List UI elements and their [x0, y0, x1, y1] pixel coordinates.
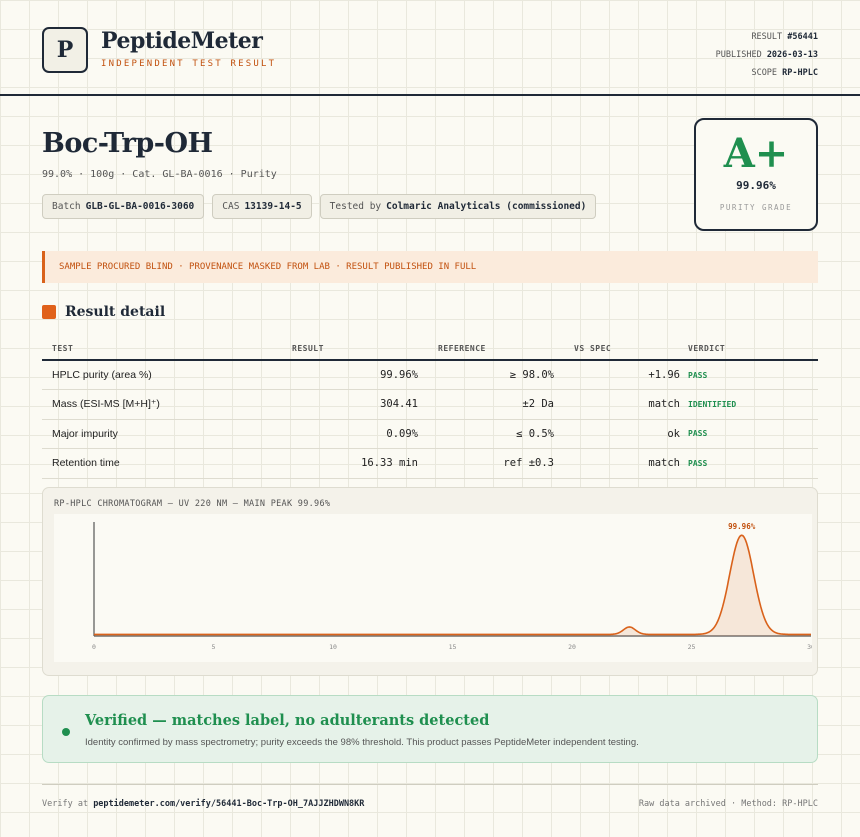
x-tick-label: 20 — [568, 643, 576, 651]
verification-box: Verified — matches label, no adulterants… — [42, 695, 818, 763]
table-row: Retention time 16.33 min ref ±0.3 match … — [42, 448, 818, 479]
results-table: TEST RESULT REFERENCE VS SPEC VERDICT HP… — [42, 338, 818, 479]
cell-vs-spec: match — [554, 389, 680, 420]
brand-name: PeptideMeter — [101, 28, 263, 54]
cell-result: 99.96% — [242, 360, 418, 390]
x-tick-label: 15 — [449, 643, 457, 651]
footer-method: Raw data archived · Method: RP-HPLC — [638, 799, 818, 809]
cell-test: Mass (ESI-MS [M+H]⁺) — [42, 389, 242, 420]
chromatogram-plot-area: 0 5 10 15 20 25 30 99.96% — [54, 514, 815, 662]
verified-status-icon — [62, 728, 70, 736]
cell-verdict: PASS — [680, 360, 818, 390]
published-row: PUBLISHED 2026-03-13 — [715, 50, 818, 60]
report-header: P PeptideMeter INDEPENDENT TEST RESULT R… — [0, 0, 860, 96]
cas-chip: CAS 13139-14-5 — [212, 194, 312, 219]
col-header-reference: REFERENCE — [418, 338, 554, 361]
col-header-test: TEST — [42, 338, 242, 361]
batch-chip: Batch GLB-GL-BA-0016-3060 — [42, 194, 205, 219]
x-tick-label: 0 — [92, 643, 96, 651]
table-header-row: TEST RESULT REFERENCE VS SPEC VERDICT — [42, 338, 818, 361]
grade-letter: A+ — [723, 130, 789, 177]
scope-value: RP-HPLC — [782, 68, 818, 78]
section-heading: Result detail — [42, 304, 165, 320]
verified-description: Identity confirmed by mass spectrometry;… — [85, 737, 639, 748]
section-title: Result detail — [65, 304, 166, 320]
cell-reference: ±2 Da — [418, 389, 554, 420]
x-tick-label: 25 — [688, 643, 696, 651]
report-meta: RESULT #56441 PUBLISHED 2026-03-13 SCOPE… — [716, 28, 818, 82]
col-header-result: RESULT — [242, 338, 418, 361]
result-id: #56441 — [787, 32, 818, 42]
cell-verdict: IDENTIFIED — [680, 389, 818, 420]
chromatogram-area — [94, 535, 811, 636]
product-subtitle: 99.0% · 100g · Cat. GL-BA-0016 · Purity — [42, 169, 277, 180]
cell-result: 0.09% — [242, 419, 418, 449]
cell-verdict: PASS — [680, 419, 818, 449]
section-marker-icon — [42, 305, 56, 319]
brand-logo: P — [42, 27, 88, 73]
verified-title: Verified — matches label, no adulterants… — [85, 712, 490, 729]
footer-divider — [42, 784, 818, 785]
footer-verify: Verify at peptidemeter.com/verify/56441-… — [42, 799, 365, 809]
cell-reference: ≤ 0.5% — [418, 419, 554, 449]
published-date: 2026-03-13 — [766, 50, 818, 60]
chromatogram-series-line — [94, 534, 811, 636]
x-tick-label: 30 — [807, 643, 812, 651]
table-row: HPLC purity (area %) 99.96% ≥ 98.0% +1.9… — [42, 360, 818, 390]
cell-vs-spec: match — [554, 448, 680, 479]
verify-link[interactable]: peptidemeter.com/verify/56441-Boc-Trp-OH… — [93, 799, 364, 809]
grade-label: PURITY GRADE — [719, 203, 793, 212]
chromatogram-panel: RP-HPLC CHROMATOGRAM — UV 220 NM — MAIN … — [42, 487, 818, 676]
cell-test: Retention time — [42, 448, 242, 479]
blind-sample-banner: SAMPLE PROCURED BLIND · PROVENANCE MASKE… — [42, 251, 818, 283]
cell-test: Major impurity — [42, 419, 242, 449]
chromatogram-chart: 0 5 10 15 20 25 30 99.96% — [92, 522, 815, 651]
col-header-vs-spec: VS SPEC — [554, 338, 680, 361]
product-name: Boc-Trp-OH — [42, 128, 213, 159]
cell-result: 304.41 — [242, 389, 418, 420]
cell-vs-spec: ok — [554, 419, 680, 449]
table-row: Mass (ESI-MS [M+H]⁺) 304.41 ±2 Da match … — [42, 389, 818, 420]
cell-verdict: PASS — [680, 448, 818, 479]
purity-grade-card: A+ 99.96% PURITY GRADE — [694, 118, 818, 231]
result-id-row: RESULT #56441 — [751, 32, 818, 42]
cell-reference: ref ±0.3 — [418, 448, 554, 479]
product-chips: Batch GLB-GL-BA-0016-3060 CAS 13139-14-5 T… — [42, 194, 597, 219]
tested-by-chip: Tested by Colmaric Analyticals (commissio… — [319, 194, 597, 219]
cell-test: HPLC purity (area %) — [42, 360, 242, 390]
cell-vs-spec: +1.96 — [554, 360, 680, 390]
peak-label: 99.96% — [728, 522, 756, 531]
grade-value: 99.96% — [736, 179, 776, 192]
brand-subtitle: INDEPENDENT TEST RESULT — [101, 59, 277, 69]
cell-reference: ≥ 98.0% — [418, 360, 554, 390]
chromatogram-title: RP-HPLC CHROMATOGRAM — UV 220 NM — MAIN … — [54, 499, 331, 509]
x-tick-label: 10 — [329, 643, 337, 651]
scope-row: SCOPE RP-HPLC — [751, 68, 818, 78]
cell-result: 16.33 min — [242, 448, 418, 479]
x-tick-label: 5 — [212, 643, 216, 651]
col-header-verdict: VERDICT — [680, 338, 818, 361]
table-row: Major impurity 0.09% ≤ 0.5% ok PASS — [42, 419, 818, 449]
